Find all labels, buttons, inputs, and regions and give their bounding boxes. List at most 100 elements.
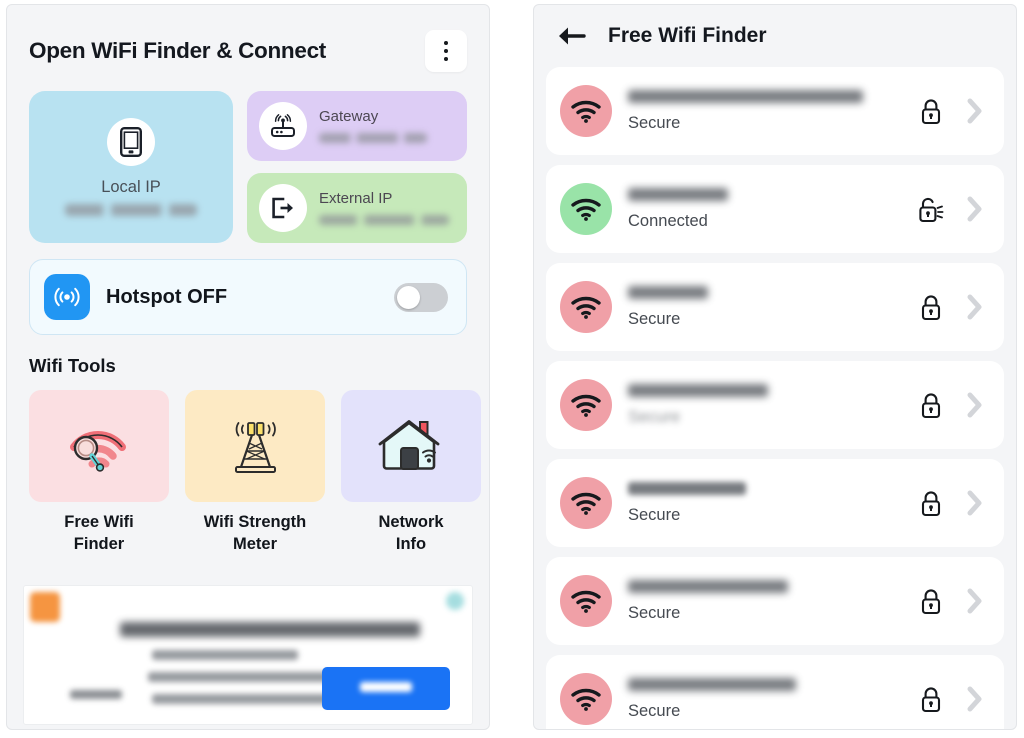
lock-closed-icon <box>916 490 946 517</box>
wifi-status-label: Connected <box>628 211 708 230</box>
wifi-network-row[interactable]: Secure <box>546 67 1004 155</box>
tool-wifi-strength-meter[interactable]: Wifi Strength Meter <box>185 390 325 556</box>
wifi-network-row[interactable]: Secure <box>546 263 1004 351</box>
wifi-network-row[interactable]: Secure <box>546 361 1004 449</box>
wifi-signal-icon <box>560 673 612 725</box>
tool-label-line2: Info <box>395 535 427 554</box>
wifi-ssid-redacted <box>628 285 708 299</box>
home-screen-panel: Open WiFi Finder & Connect Local IP Gate… <box>6 4 490 730</box>
gateway-value-redacted <box>319 133 427 144</box>
wifi-network-info: Secure <box>628 89 900 133</box>
tool-free-wifi-finder[interactable]: Free Wifi Finder <box>29 390 169 556</box>
wifi-network-info: Secure <box>628 383 900 427</box>
wifi-status-label: Secure <box>628 603 681 622</box>
wifi-network-info: Secure <box>628 285 900 329</box>
ad-cta-button[interactable] <box>322 667 450 710</box>
wifi-ssid-redacted <box>628 89 863 103</box>
external-ip-value-redacted <box>319 215 449 226</box>
lock-closed-icon <box>916 294 946 321</box>
wifi-network-list: Secure Connected Secure Secure Secure Se… <box>534 67 1016 729</box>
local-ip-card[interactable]: Local IP <box>29 91 233 243</box>
hotspot-row[interactable]: Hotspot OFF <box>29 259 467 335</box>
wifi-ssid-wrap <box>628 383 900 405</box>
chevron-right-icon <box>962 294 988 320</box>
home-wifi-icon <box>378 420 440 470</box>
hotspot-label: Hotspot OFF <box>106 285 228 308</box>
gateway-text: Gateway <box>319 107 427 144</box>
wifi-network-row[interactable]: Secure <box>546 557 1004 645</box>
chevron-right-icon <box>962 392 988 418</box>
overflow-menu-button[interactable] <box>425 30 467 72</box>
wifi-signal-icon <box>560 477 612 529</box>
tool-label-line1: Wifi Strength <box>203 513 307 531</box>
chevron-right-icon <box>962 196 988 222</box>
wifi-network-info: Secure <box>628 579 900 623</box>
wifi-ssid-redacted <box>628 187 728 201</box>
wifi-network-info: Secure <box>628 481 900 525</box>
gateway-card[interactable]: Gateway <box>247 91 467 161</box>
finder-title: Free Wifi Finder <box>608 24 767 47</box>
wifi-ssid-redacted <box>628 579 788 593</box>
local-ip-value-redacted <box>65 204 197 216</box>
wifi-signal-icon <box>560 183 612 235</box>
lock-closed-icon <box>916 588 946 615</box>
wifi-tools-grid: Free Wifi Finder Wifi Strength Meter Net… <box>29 390 481 556</box>
tool-label-line2: Finder <box>73 535 125 554</box>
tool-label: Network Info <box>378 511 443 556</box>
ad-body-line-redacted <box>148 672 344 682</box>
kebab-menu-icon <box>443 40 449 46</box>
tool-label: Wifi Strength Meter <box>204 511 307 556</box>
ad-body-line-redacted <box>152 650 298 660</box>
app-header: Open WiFi Finder & Connect <box>29 23 467 79</box>
gateway-label: Gateway <box>319 107 379 125</box>
chevron-right-icon <box>962 98 988 124</box>
chevron-right-icon <box>962 588 988 614</box>
ad-brand-redacted <box>70 690 122 699</box>
exit-arrow-icon <box>259 184 307 232</box>
wifi-status-label: Secure <box>628 701 681 720</box>
wifi-ssid-redacted <box>628 677 796 691</box>
hotspot-toggle[interactable] <box>394 282 448 312</box>
router-icon <box>259 102 307 150</box>
wifi-ssid-redacted <box>628 481 746 495</box>
lock-closed-icon <box>916 98 946 125</box>
wifi-network-row[interactable]: Connected <box>546 165 1004 253</box>
chevron-right-icon <box>962 490 988 516</box>
tool-label-line1: Network <box>378 513 444 531</box>
wifi-signal-icon <box>560 85 612 137</box>
tool-label-line1: Free Wifi <box>64 513 134 531</box>
wifi-network-row[interactable]: Secure <box>546 459 1004 547</box>
back-arrow-icon <box>559 27 586 45</box>
local-ip-label: Local IP <box>101 178 161 196</box>
tool-network-info[interactable]: Network Info <box>341 390 481 556</box>
tool-tile <box>29 390 169 502</box>
chevron-right-icon <box>962 686 988 712</box>
tool-tile <box>341 390 481 502</box>
lock-open-icon <box>916 196 946 223</box>
kebab-menu-icon <box>443 56 449 62</box>
advertisement-banner[interactable] <box>23 585 473 725</box>
lock-closed-icon <box>916 686 946 713</box>
wifi-search-icon <box>70 431 126 472</box>
wifi-signal-icon <box>560 379 612 431</box>
ip-side-cards: Gateway External IP <box>247 91 467 243</box>
external-ip-card[interactable]: External IP <box>247 173 467 243</box>
page-title: Open WiFi Finder & Connect <box>29 38 326 63</box>
wifi-status-label: Secure <box>628 407 681 426</box>
home-content: Open WiFi Finder & Connect Local IP Gate… <box>7 5 489 556</box>
screenshot-root: Open WiFi Finder & Connect Local IP Gate… <box>0 0 1024 738</box>
kebab-menu-icon <box>443 48 449 54</box>
wifi-ssid-wrap <box>628 285 900 307</box>
wifi-signal-icon <box>560 281 612 333</box>
wifi-network-info: Connected <box>628 187 900 231</box>
ad-close-icon[interactable] <box>446 592 464 610</box>
wifi-ssid-wrap <box>628 579 900 601</box>
external-ip-text: External IP <box>319 190 449 226</box>
lock-closed-icon <box>916 392 946 419</box>
smartphone-icon <box>107 118 155 166</box>
wifi-network-info: Secure <box>628 677 900 721</box>
wifi-ssid-wrap <box>628 89 900 111</box>
back-button[interactable] <box>554 22 588 50</box>
wifi-network-row[interactable]: Secure <box>546 655 1004 729</box>
wifi-status-label: Secure <box>628 505 681 524</box>
